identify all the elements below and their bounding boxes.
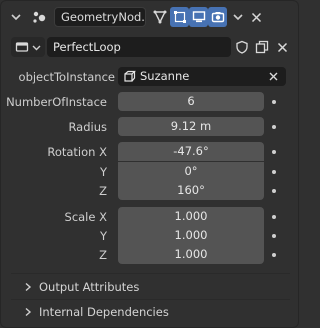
scale-x-label: Scale X	[64, 210, 107, 224]
scale-x-field[interactable]: 1.000	[118, 207, 264, 226]
node-group-name-input[interactable]: PerfectLoop	[47, 37, 231, 57]
keyframe-dot[interactable]	[272, 100, 276, 104]
clear-icon[interactable]	[269, 72, 278, 81]
object-to-instance-value: Suzanne	[140, 69, 190, 83]
object-icon	[124, 70, 136, 82]
collapse-chevron-icon[interactable]	[10, 11, 22, 23]
show-in-editmode-toggle[interactable]	[170, 7, 189, 27]
internal-dependencies-label: Internal Dependencies	[39, 305, 169, 319]
shield-icon	[236, 40, 248, 54]
keyframe-dot[interactable]	[272, 170, 276, 174]
camera-icon	[211, 12, 224, 23]
fake-user-button[interactable]	[233, 38, 251, 56]
keyframe-dot[interactable]	[272, 253, 276, 257]
number-of-instances-label: NumberOfInstace	[6, 95, 107, 109]
copy-icon	[255, 40, 269, 54]
output-attributes-label: Output Attributes	[39, 280, 140, 294]
node-group-browse-button[interactable]	[11, 37, 45, 57]
scale-y-field[interactable]: 1.000	[118, 226, 264, 245]
scale-z-field[interactable]: 1.000	[118, 245, 264, 264]
rotation-x-label: Rotation X	[47, 145, 107, 159]
rotation-z-label: Z	[99, 184, 107, 198]
geometry-nodes-icon	[33, 11, 46, 23]
modifier-header: GeometryNod...	[7, 6, 295, 28]
rotation-z-field[interactable]: 160°	[118, 181, 264, 200]
vertex-select-icon	[173, 11, 186, 23]
duplicate-button[interactable]	[253, 38, 271, 56]
chevron-right-icon	[25, 282, 32, 292]
monitor-icon	[192, 11, 205, 23]
keyframe-dot[interactable]	[272, 189, 276, 193]
rotation-x-field[interactable]: -47.6°	[118, 142, 264, 161]
scale-y-label: Y	[99, 229, 107, 243]
object-to-instance-label: objectToInstance	[18, 70, 115, 84]
keyframe-dot[interactable]	[272, 234, 276, 238]
node-group-selector: PerfectLoop	[11, 37, 291, 59]
show-render-toggle[interactable]	[208, 7, 227, 27]
close-icon	[277, 42, 287, 52]
node-group-name-field[interactable]: GeometryNod...	[54, 7, 146, 27]
scale-z-label: Z	[99, 248, 107, 262]
chevron-down-icon	[32, 45, 41, 50]
edit-mode-toggle[interactable]	[150, 7, 169, 27]
chevron-right-icon	[25, 307, 32, 317]
modifier-extra-dropdown[interactable]	[228, 7, 247, 27]
unlink-button[interactable]	[273, 38, 291, 56]
object-type-icon	[15, 42, 29, 52]
keyframe-dot[interactable]	[272, 150, 276, 154]
keyframe-dot[interactable]	[272, 215, 276, 219]
keyframe-dot[interactable]	[272, 125, 276, 129]
geometry-nodes-modifier-panel: GeometryNod... PerfectLoop objectToInsta…	[0, 0, 299, 328]
dropdown-icon	[232, 14, 243, 21]
rotation-y-field[interactable]: 0°	[118, 162, 264, 181]
divider	[11, 299, 290, 300]
radius-field[interactable]: 9.12 m	[118, 117, 264, 136]
number-of-instances-field[interactable]: 6	[118, 92, 264, 111]
close-icon	[251, 12, 262, 22]
divider	[11, 273, 290, 274]
rotation-y-label: Y	[99, 165, 107, 179]
remove-modifier-button[interactable]	[247, 7, 266, 27]
edit-mode-icon	[153, 10, 166, 24]
show-viewport-toggle[interactable]	[189, 7, 208, 27]
radius-label: Radius	[68, 120, 107, 134]
object-to-instance-field[interactable]: Suzanne	[118, 67, 286, 86]
